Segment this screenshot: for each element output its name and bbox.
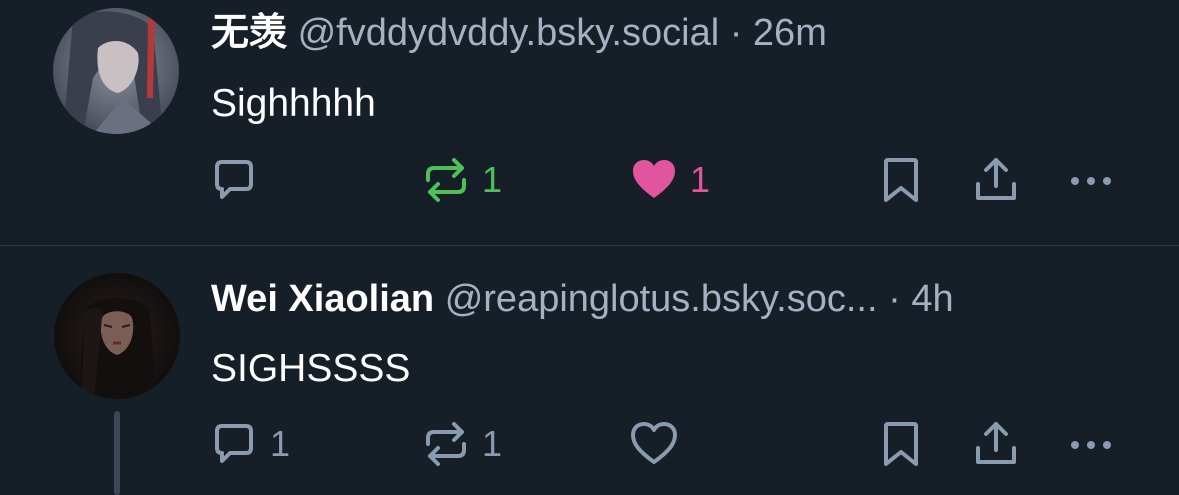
bookmark-icon (884, 422, 918, 466)
speech-bubble-icon (215, 424, 253, 463)
post-card[interactable]: 无羡 @fvddydvddy.bsky.social · 26m Sighhhh… (0, 0, 1179, 246)
author-handle[interactable]: @reapinglotus.bsky.soc... (445, 278, 878, 320)
ellipsis-icon (1071, 177, 1111, 185)
header-separator: · (888, 278, 901, 320)
share-button[interactable] (972, 152, 1020, 208)
speech-bubble-icon (215, 160, 253, 199)
like-count: 1 (690, 159, 711, 200)
post-actions: 1 1 (0, 416, 1179, 472)
author-name[interactable]: Wei Xiaolian (211, 278, 434, 320)
post-text: Sighhhhh (211, 82, 376, 125)
more-options-button[interactable] (1066, 152, 1116, 208)
repost-count: 1 (482, 423, 503, 464)
bookmark-icon (884, 158, 918, 202)
reply-button[interactable]: 1 (208, 416, 290, 472)
bookmark-button[interactable] (878, 152, 924, 208)
heart-icon (633, 160, 675, 198)
share-upload-icon (976, 422, 1016, 464)
post-header: Wei Xiaolian @reapinglotus.bsky.soc... ·… (211, 276, 1159, 322)
avatar-image (54, 273, 180, 399)
reply-button[interactable] (208, 152, 270, 208)
repost-button[interactable]: 1 (420, 152, 502, 208)
avatar-image (53, 8, 179, 134)
like-button[interactable]: 1 (628, 152, 710, 208)
post-actions: 1 1 (0, 152, 1179, 208)
repost-arrows-icon (426, 158, 466, 202)
ellipsis-icon (1071, 441, 1111, 449)
post-header: 无羡 @fvddydvddy.bsky.social · 26m (211, 10, 1159, 56)
author-handle[interactable]: @fvddydvddy.bsky.social (298, 12, 720, 54)
post-timestamp[interactable]: 26m (753, 12, 827, 54)
author-name[interactable]: 无羡 (211, 12, 287, 54)
heart-icon (631, 422, 677, 464)
post-text: SIGHSSSS (211, 347, 411, 390)
post-card[interactable]: Wei Xiaolian @reapinglotus.bsky.soc... ·… (0, 246, 1179, 495)
share-upload-icon (976, 158, 1016, 200)
bookmark-button[interactable] (878, 416, 924, 472)
repost-count: 1 (482, 159, 503, 200)
post-timestamp[interactable]: 4h (911, 278, 953, 320)
header-separator: · (729, 12, 743, 54)
share-button[interactable] (972, 416, 1020, 472)
repost-button[interactable]: 1 (420, 416, 502, 472)
reply-count: 1 (270, 423, 291, 464)
like-button[interactable] (628, 416, 690, 472)
more-options-button[interactable] (1066, 416, 1116, 472)
avatar[interactable] (53, 8, 179, 134)
repost-arrows-icon (426, 422, 466, 466)
avatar[interactable] (54, 273, 180, 399)
